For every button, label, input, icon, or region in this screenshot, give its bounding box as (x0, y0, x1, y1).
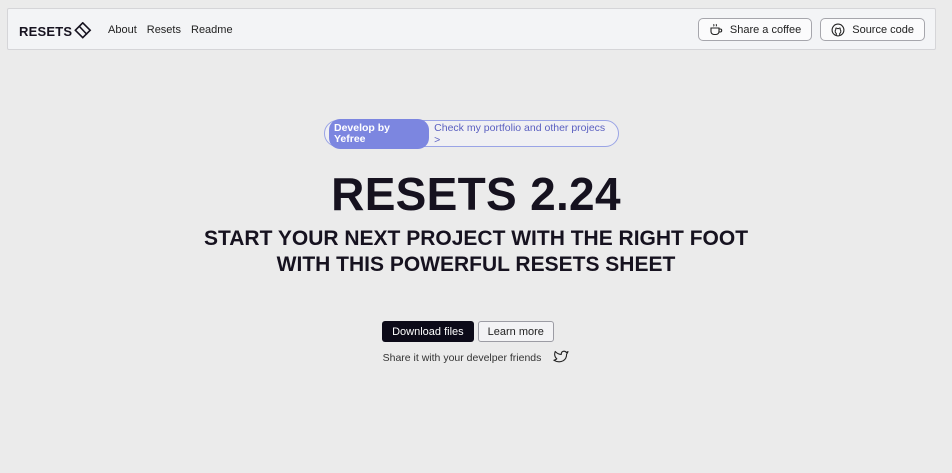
portfolio-link-text: Check my portfolio and other projecs > (434, 121, 606, 146)
nav-link-resets[interactable]: Resets (147, 24, 181, 36)
diamond-logo-icon (73, 22, 93, 40)
nav-link-readme[interactable]: Readme (191, 24, 233, 36)
nav-links: About Resets Readme (108, 24, 233, 36)
source-code-button[interactable]: Source code (820, 18, 925, 41)
share-coffee-button[interactable]: Share a coffee (697, 18, 813, 41)
github-icon (831, 23, 845, 37)
brand-name: RESETS (19, 23, 73, 39)
hero-title: RESETS 2.24 (331, 168, 621, 220)
source-code-label: Source code (852, 23, 914, 36)
nav-link-about[interactable]: About (108, 24, 137, 36)
hero-subtitle: START YOUR NEXT PROJECT WITH THE RIGHT F… (203, 227, 749, 276)
twitter-icon[interactable] (553, 350, 569, 364)
learn-more-button[interactable]: Learn more (477, 321, 554, 342)
developer-badge: Develop by Yefree (329, 118, 430, 149)
brand-logo[interactable]: RESETS (19, 22, 93, 40)
cta-buttons: Download files Learn more (0, 321, 952, 342)
share-coffee-label: Share a coffee (729, 23, 802, 36)
coffee-cup-icon (709, 23, 723, 36)
nav-buttons: Share a coffee Source code (697, 18, 925, 41)
download-files-button[interactable]: Download files (382, 321, 474, 342)
portfolio-announcement-pill[interactable]: Develop by Yefree Check my portfolio and… (324, 118, 619, 149)
share-row: Share it with your develper friends (0, 350, 952, 364)
share-text: Share it with your develper friends (382, 351, 542, 364)
navbar: RESETS About Resets Readme Share a coffe… (7, 8, 936, 50)
